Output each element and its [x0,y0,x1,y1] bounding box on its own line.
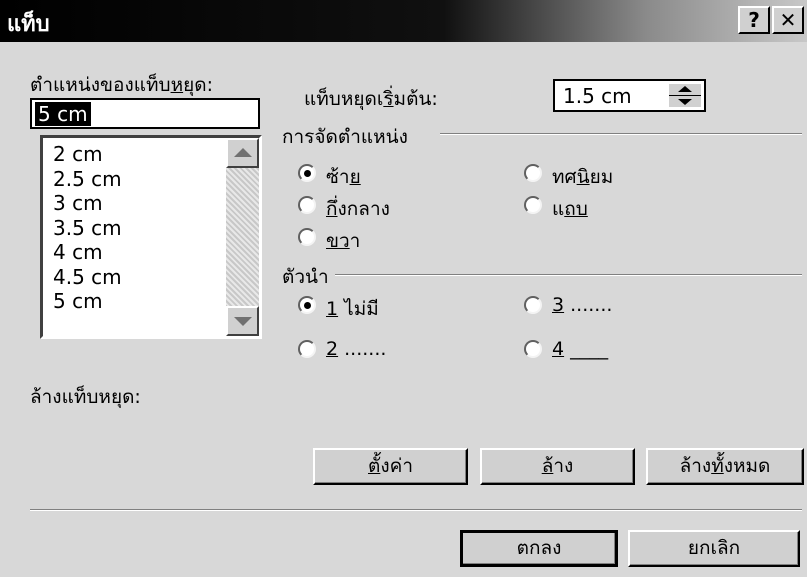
align-right-label: ขวา [326,226,360,256]
radio-circle [298,228,316,246]
tab-position-input[interactable]: 5 cm [30,98,260,129]
leader-line-label: 4 ____ [552,338,608,360]
leader-none-label: 1 ไม่มี [326,294,379,324]
tab-position-label-prefix: ตำแหน่งของแท็บ [30,74,171,96]
label-text: ....... [564,294,613,316]
help-button[interactable]: ? [738,6,770,34]
clear-tab-stops-label: ล้างแท็บหยุด: [30,386,141,408]
label-text: ล้าง [679,455,712,477]
alignment-group-line [440,133,802,135]
radio-circle [298,164,316,182]
label-accel: 2 [326,338,339,360]
clear-all-button[interactable]: ล้างทั้งหมด [646,448,804,485]
list-item[interactable]: 2 cm [53,142,122,167]
arrow-down-icon [233,317,252,326]
clear-button[interactable]: ล้าง [480,448,635,485]
label-accel: ถบ [564,198,588,220]
tabs-dialog: แท็บ ? ✕ ตำแหน่งของแท็บหยุด: 5 cm 2 cm 2… [0,0,807,577]
spin-up-icon [678,86,692,92]
label-text: ไม่มี [338,298,379,320]
label-text: งกลาง [337,198,390,220]
radio-dot [304,302,311,309]
list-item[interactable]: 4 cm [53,240,122,265]
alignment-group-title: การจัดตำแหน่ง [282,126,408,148]
leader-dots-label: 2 ....... [326,338,386,360]
list-item[interactable]: 3.5 cm [53,216,122,241]
label-accel: ย [349,166,361,188]
radio-dot [304,170,311,177]
leader-dashes-label: 3 ....... [552,294,612,316]
dialog-title: แท็บ [7,12,50,37]
leader-group-title: ตัวนำ [282,266,329,288]
help-icon: ? [748,8,760,32]
label-accel: ตั้ [368,455,381,477]
align-bar-label: แถบ [552,194,588,224]
default-tab-stops-input[interactable]: 1.5 cm [553,79,706,112]
scroll-up-button[interactable] [226,138,259,168]
align-left-label: ซ้าย [326,162,361,192]
spin-up-button[interactable] [669,84,701,95]
tab-position-label-accel: ห [170,74,184,96]
arrow-up-icon [233,148,252,157]
radio-circle [524,340,542,358]
label-accel: 1 [326,298,339,320]
radio-circle [298,196,316,214]
label-accel: กึ่ [326,198,338,220]
label-text: ยม [589,166,614,188]
radio-circle [524,196,542,214]
radio-circle [524,296,542,314]
default-tab-stops-value: 1.5 cm [563,84,632,108]
title-bar[interactable]: แท็บ ? ✕ [0,0,807,42]
label-accel: ทั้ [711,455,724,477]
label-accel: 4 [552,338,565,360]
list-item[interactable]: 4.5 cm [53,265,122,290]
label-text: าง [553,455,574,477]
default-tab-stops-label-accel: ริ่ [383,88,394,110]
tab-position-label: ตำแหน่งของแท็บหยุด: [30,70,213,100]
label-text: งค่า [380,455,413,477]
set-button[interactable]: ตั้งค่า [313,448,468,485]
tab-position-items: 2 cm 2.5 cm 3 cm 3.5 cm 4 cm 4.5 cm 5 cm [53,142,122,314]
align-center-label: กึ่งกลาง [326,194,390,224]
list-item[interactable]: 5 cm [53,289,122,314]
label-text: า [349,230,361,252]
tab-position-value: 5 cm [35,102,91,126]
label-accel: ขว [326,230,350,252]
label-accel: 3 [552,294,565,316]
label-accel: ล้ [541,455,554,477]
default-tab-stops-label-prefix: แท็บหยุดเ [304,88,384,110]
close-icon: ✕ [779,8,797,32]
close-button[interactable]: ✕ [772,6,804,34]
label-text: ....... [338,338,387,360]
label-text: ทศ [552,166,577,188]
label-text: แ [552,198,565,220]
spin-down-button[interactable] [669,96,701,107]
list-item[interactable]: 2.5 cm [53,167,122,192]
default-tab-stops-label: แท็บหยุดเริ่มต้น: [304,84,438,114]
default-tab-stops-spinner[interactable] [669,84,701,107]
scroll-down-button[interactable] [226,306,259,336]
label-text: งหมด [723,455,771,477]
radio-circle [298,340,316,358]
default-tab-stops-label-suffix: มต้น: [393,88,438,110]
label-text: ____ [564,338,609,360]
label-accel: นิ [576,166,590,188]
leader-group-line [335,274,802,276]
spin-down-icon [678,99,692,105]
ok-button[interactable]: ตกลง [460,530,618,567]
cancel-button[interactable]: ยกเลิก [628,530,800,567]
list-item[interactable]: 3 cm [53,191,122,216]
footer-separator [30,509,802,511]
radio-circle [298,296,316,314]
tab-position-list[interactable]: 2 cm 2.5 cm 3 cm 3.5 cm 4 cm 4.5 cm 5 cm [40,135,262,339]
radio-circle [524,164,542,182]
align-decimal-label: ทศนิยม [552,162,613,192]
label-text: ซ้า [326,166,350,188]
list-scrollbar[interactable] [226,138,259,336]
tab-position-label-suffix: ยุด: [183,74,213,96]
